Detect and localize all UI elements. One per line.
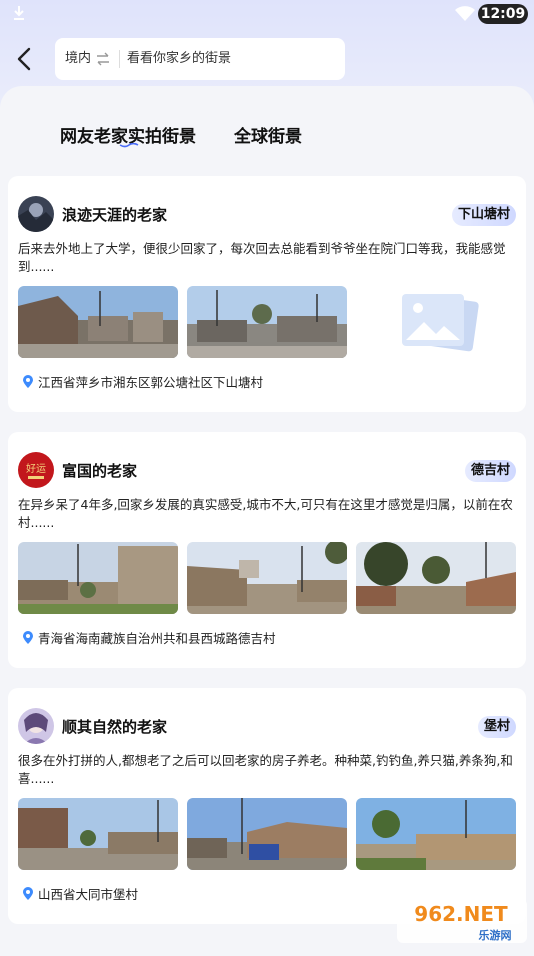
location-pin-icon <box>23 887 33 900</box>
wifi-icon <box>455 6 475 21</box>
card-title: 富国的老家 <box>62 462 138 480</box>
location-text: 江西省萍乡市湘东区郭公塘社区下山塘村 <box>38 375 264 390</box>
street-photo[interactable] <box>18 798 178 870</box>
download-icon <box>14 6 24 20</box>
card-description: 后来去外地上了大学，便很少回家了，每次回去总能看到爷爷坐在院门口等我，我能感觉到… <box>18 241 506 274</box>
tab-global-street-view[interactable]: 全球街景 <box>234 122 302 147</box>
location: 江西省萍乡市湘东区郭公塘社区下山塘村 <box>22 372 263 390</box>
placeholder-image-icon <box>356 286 516 358</box>
swap-icon[interactable] <box>96 52 110 66</box>
clock: 12:09 <box>478 4 528 24</box>
svg-text:乐游网: 乐游网 <box>479 928 512 942</box>
back-button[interactable] <box>14 46 36 72</box>
svg-text:好运: 好运 <box>26 463 46 475</box>
location: 青海省海南藏族自治州共和县西城路德吉村 <box>22 628 276 646</box>
status-bar: 12:09 <box>0 0 534 28</box>
street-photo[interactable] <box>187 798 347 870</box>
search-bar[interactable]: 境内 看看你家乡的街景 <box>55 38 345 80</box>
card-description: 在异乡呆了4年多,回家乡发展的真实感受,城市不大,可只有在这里才感觉是归属，以前… <box>18 497 513 530</box>
street-photo[interactable] <box>187 286 347 358</box>
active-tab-indicator <box>119 143 139 148</box>
location-pin-icon <box>23 375 33 388</box>
story-card[interactable]: 好运 富国的老家 德吉村 在异乡呆了4年多,回家乡发展的真实感受,城市不大,可只… <box>8 432 526 668</box>
village-tag: 下山塘村 <box>451 204 516 226</box>
svg-text:962.NET: 962.NET <box>414 902 508 926</box>
location: 山西省大同市堡村 <box>22 884 138 902</box>
divider <box>119 50 120 68</box>
site-watermark-logo: 962.NET 乐游网 <box>397 899 527 943</box>
location-text: 青海省海南藏族自治州共和县西城路德吉村 <box>38 631 276 646</box>
avatar <box>18 196 54 232</box>
avatar <box>18 708 54 744</box>
street-photo[interactable] <box>356 798 516 870</box>
story-card[interactable]: 浪迹天涯的老家 下山塘村 后来去外地上了大学，便很少回家了，每次回去总能看到爷爷… <box>8 176 526 412</box>
avatar: 好运 <box>18 452 54 488</box>
region-selector[interactable]: 境内 <box>65 38 91 80</box>
street-photo[interactable] <box>18 286 178 358</box>
street-photo[interactable] <box>187 542 347 614</box>
village-tag: 堡村 <box>477 716 516 738</box>
story-card[interactable]: 顺其自然的老家 堡村 很多在外打拼的人,都想老了之后可以回老家的房子养老。种种菜… <box>8 688 526 924</box>
card-description: 很多在外打拼的人,都想老了之后可以回老家的房子养老。种种菜,钓钓鱼,养只猫,养条… <box>18 753 513 786</box>
village-tag: 德吉村 <box>464 460 516 482</box>
card-title: 顺其自然的老家 <box>62 718 168 736</box>
street-photo[interactable] <box>18 542 178 614</box>
search-input[interactable]: 看看你家乡的街景 <box>127 38 231 80</box>
location-text: 山西省大同市堡村 <box>38 887 139 902</box>
card-title: 浪迹天涯的老家 <box>62 206 168 224</box>
location-pin-icon <box>23 631 33 644</box>
street-photo[interactable] <box>356 542 516 614</box>
